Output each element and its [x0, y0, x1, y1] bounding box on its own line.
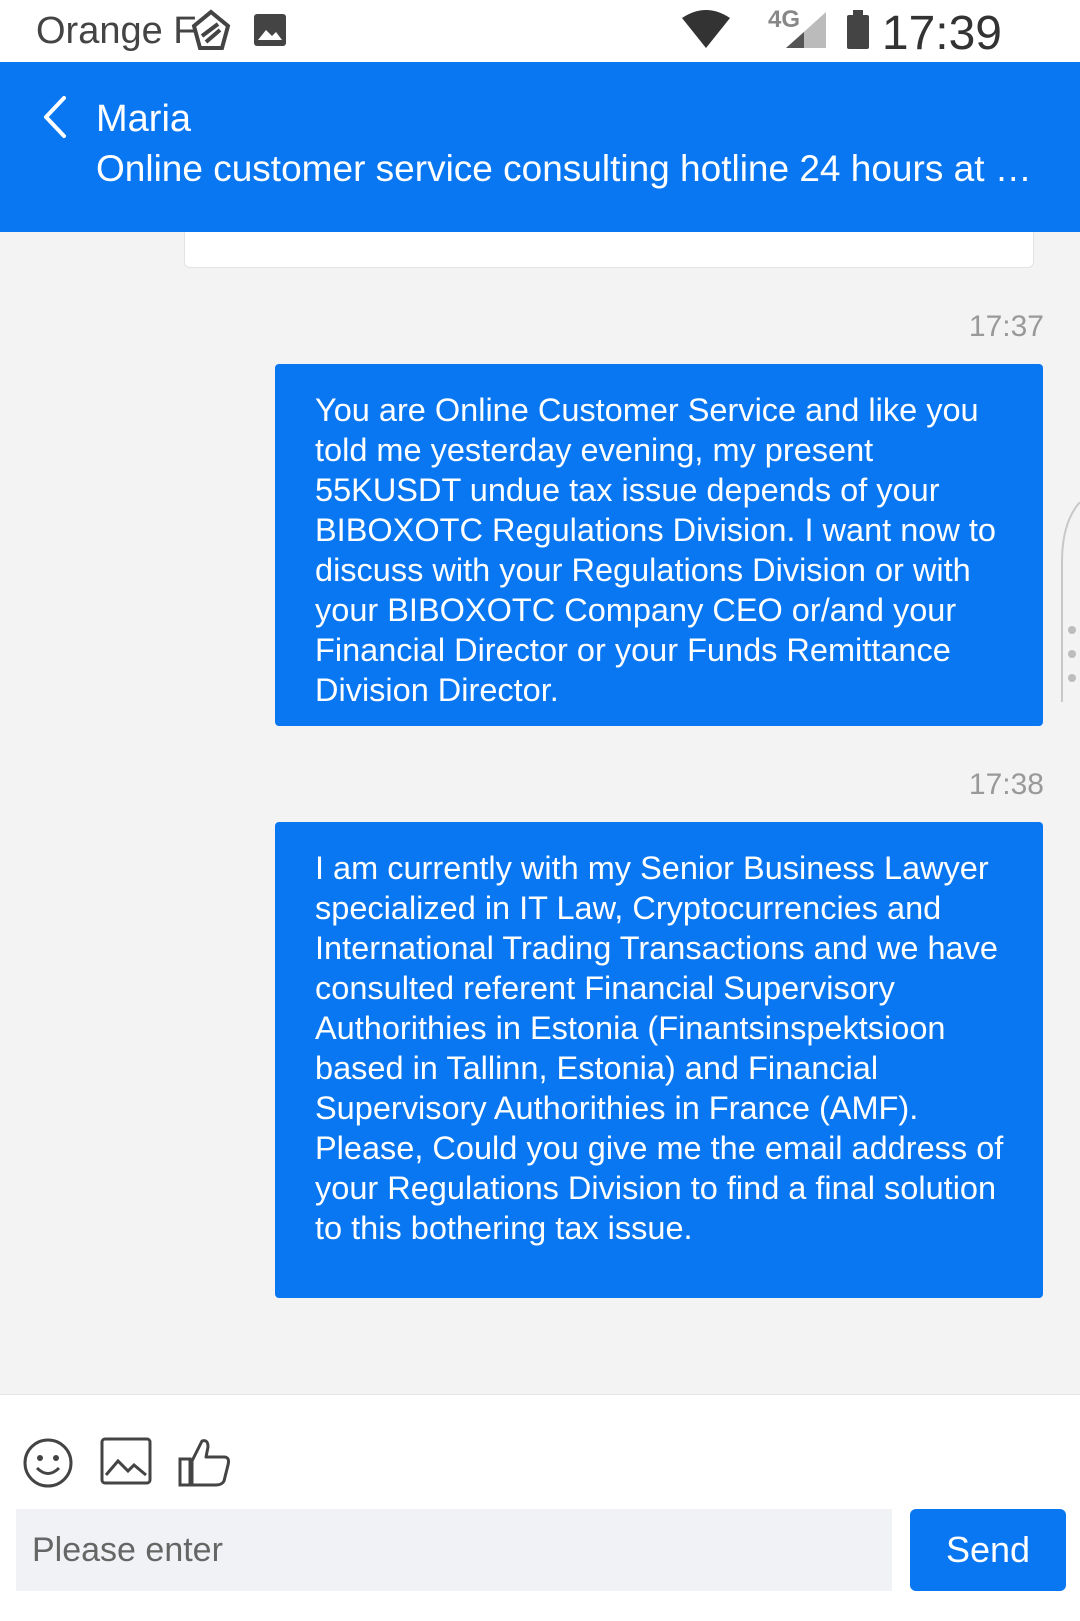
- chat-header: Maria Online customer service consulting…: [0, 62, 1080, 232]
- message-timestamp: 17:38: [968, 768, 1044, 801]
- thumbs-up-icon[interactable]: [178, 1437, 232, 1487]
- status-bar: Orange F 4G 17:39: [0, 0, 1080, 62]
- message-timestamp: 17:37: [968, 310, 1044, 343]
- wifi-icon: [682, 10, 730, 48]
- emoji-icon[interactable]: [22, 1437, 74, 1489]
- back-arrow-icon[interactable]: [36, 92, 76, 142]
- status-clock: 17:39: [881, 7, 1002, 60]
- sent-message-bubble[interactable]: I am currently with my Senior Business L…: [275, 822, 1043, 1298]
- data-saver-icon: [191, 9, 231, 50]
- image-icon[interactable]: [100, 1437, 152, 1485]
- battery-icon: [847, 10, 869, 49]
- send-button[interactable]: Send: [910, 1509, 1066, 1591]
- side-drawer-handle[interactable]: [1056, 502, 1080, 702]
- signal-strength-icon: [786, 12, 826, 48]
- carrier-name: Orange F: [36, 10, 197, 52]
- contact-subtitle: Online customer service consulting hotli…: [96, 148, 1036, 189]
- message-input[interactable]: [16, 1509, 892, 1591]
- sent-message-bubble[interactable]: You are Online Customer Service and like…: [275, 364, 1043, 726]
- message-composer: Send: [0, 1394, 1080, 1621]
- contact-name: Maria: [96, 98, 192, 140]
- gallery-notification-icon: [254, 14, 286, 46]
- message-list[interactable]: 17:37 You are Online Customer Service an…: [0, 232, 1080, 1394]
- previous-message-card: [184, 232, 1034, 268]
